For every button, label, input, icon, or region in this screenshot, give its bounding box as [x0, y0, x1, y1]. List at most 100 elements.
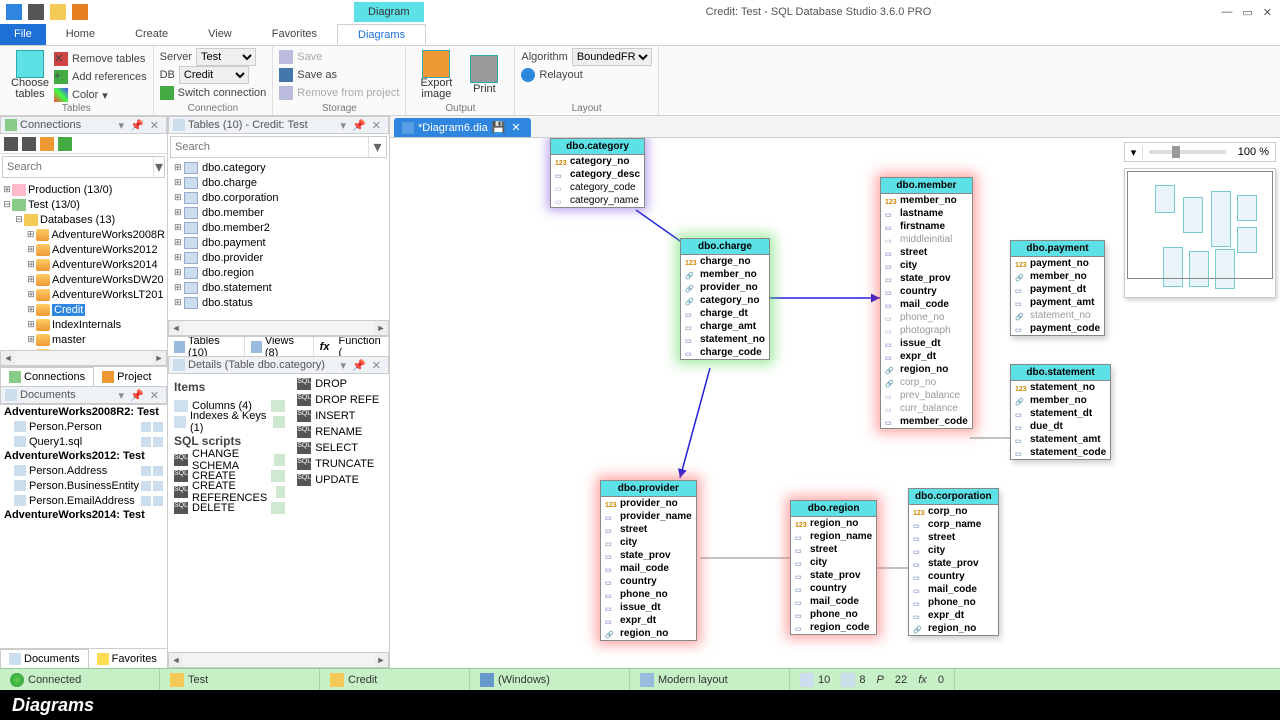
table-item[interactable]: ⊞dbo.statement: [168, 280, 389, 295]
db-icon[interactable]: [50, 4, 66, 20]
db-select[interactable]: Credit: [179, 66, 249, 84]
er-column[interactable]: photograph: [881, 324, 972, 337]
tab-close-icon[interactable]: ✕: [509, 121, 522, 134]
er-column[interactable]: category_no: [551, 155, 644, 168]
menu-tab-home[interactable]: Home: [46, 24, 115, 45]
er-column[interactable]: street: [881, 246, 972, 259]
er-column[interactable]: region_no: [791, 517, 876, 530]
er-column[interactable]: city: [791, 556, 876, 569]
er-column[interactable]: expr_dt: [601, 614, 696, 627]
er-column[interactable]: firstname: [881, 220, 972, 233]
documents-tree[interactable]: AdventureWorks2008R2: TestPerson.PersonQ…: [0, 404, 167, 648]
sql-script-item[interactable]: SQLCREATE REFERENCES: [174, 484, 285, 500]
minimap[interactable]: [1124, 168, 1276, 298]
search-dropdown-icon[interactable]: ▾: [153, 157, 164, 177]
er-table-member[interactable]: dbo.membermember_nolastnamefirstnamemidd…: [880, 177, 973, 429]
er-table-header[interactable]: dbo.provider: [601, 481, 696, 497]
tree-node[interactable]: ⊞AdventureWorks2014: [2, 257, 165, 272]
sql-script-item[interactable]: SQLSELECT: [297, 440, 383, 456]
er-table-header[interactable]: dbo.charge: [681, 239, 769, 255]
er-column[interactable]: state_prov: [909, 557, 998, 570]
er-column[interactable]: statement_no: [1011, 309, 1104, 322]
tree-node[interactable]: ⊞AdventureWorksDW20: [2, 272, 165, 287]
pane-close-icon[interactable]: ✕: [147, 119, 162, 132]
tree-node[interactable]: ⊞AdventureWorks2008R: [2, 227, 165, 242]
tree-node[interactable]: ⊞AdventureWorks2012: [2, 242, 165, 257]
table-item[interactable]: ⊞dbo.category: [168, 160, 389, 175]
collapse-icon[interactable]: [22, 137, 36, 151]
tree-node[interactable]: ⊞AdventureWorksLT201: [2, 287, 165, 302]
tables-search-input[interactable]: [171, 137, 368, 157]
add-references-button[interactable]: +Add references: [54, 68, 147, 86]
tab-project[interactable]: Project: [94, 367, 159, 386]
er-column[interactable]: statement_code: [1011, 446, 1110, 459]
details-pin-icon[interactable]: 📌: [349, 359, 369, 372]
table-item[interactable]: ⊞dbo.member2: [168, 220, 389, 235]
tables-pin-icon[interactable]: 📌: [349, 119, 369, 132]
sql-script-item[interactable]: SQLUPDATE: [297, 472, 383, 488]
er-table-corporation[interactable]: dbo.corporationcorp_nocorp_namestreetcit…: [908, 488, 999, 636]
details-menu-icon[interactable]: ▾: [338, 359, 350, 372]
er-column[interactable]: middleinitial: [881, 233, 972, 246]
er-column[interactable]: issue_dt: [881, 337, 972, 350]
er-column[interactable]: lastname: [881, 207, 972, 220]
tables-search-dropdown-icon[interactable]: ▾: [368, 137, 386, 157]
er-column[interactable]: provider_name: [601, 510, 696, 523]
sql-script-item[interactable]: SQLRENAME: [297, 424, 383, 440]
er-column[interactable]: state_prov: [601, 549, 696, 562]
er-column[interactable]: expr_dt: [909, 609, 998, 622]
er-column[interactable]: member_no: [881, 194, 972, 207]
doc-item[interactable]: Person.BusinessEntity: [0, 478, 167, 493]
table-item[interactable]: ⊞dbo.payment: [168, 235, 389, 250]
tab-functions[interactable]: fx Function (: [314, 337, 389, 356]
docs-menu-icon[interactable]: ▾: [116, 389, 128, 402]
minimize-button[interactable]: —: [1221, 6, 1232, 19]
zoom-slider-thumb[interactable]: [1172, 146, 1180, 158]
connections-search-input[interactable]: [3, 157, 153, 177]
er-column[interactable]: mail_code: [601, 562, 696, 575]
pane-pin-icon[interactable]: 📌: [127, 119, 147, 132]
detail-item[interactable]: Indexes & Keys (1): [174, 414, 285, 430]
doc-item[interactable]: Person.Person: [0, 419, 167, 434]
menu-tab-view[interactable]: View: [188, 24, 252, 45]
er-column[interactable]: statement_no: [681, 333, 769, 346]
er-column[interactable]: region_no: [909, 622, 998, 635]
diagram-tab[interactable]: *Diagram6.dia 💾 ✕: [394, 118, 531, 137]
er-column[interactable]: statement_no: [1011, 381, 1110, 394]
menu-tab-create[interactable]: Create: [115, 24, 188, 45]
sql-script-item[interactable]: SQLDROP: [297, 376, 383, 392]
er-column[interactable]: phone_no: [909, 596, 998, 609]
print-button[interactable]: Print: [460, 48, 508, 102]
table-item[interactable]: ⊞dbo.charge: [168, 175, 389, 190]
er-column[interactable]: street: [909, 531, 998, 544]
table-item[interactable]: ⊞dbo.corporation: [168, 190, 389, 205]
file-menu[interactable]: File: [0, 24, 46, 45]
algorithm-select[interactable]: BoundedFR: [572, 48, 652, 66]
er-column[interactable]: member_code: [881, 415, 972, 428]
er-column[interactable]: city: [881, 259, 972, 272]
er-column[interactable]: country: [791, 582, 876, 595]
server-select[interactable]: Test: [196, 48, 256, 66]
refresh-icon[interactable]: [58, 137, 72, 151]
tree-node[interactable]: ⊞IndexInternals: [2, 317, 165, 332]
er-column[interactable]: phone_no: [881, 311, 972, 324]
export-image-button[interactable]: Export image: [412, 48, 460, 102]
tree-node[interactable]: ⊟Test (13/0): [2, 197, 165, 212]
table-item[interactable]: ⊞dbo.member: [168, 205, 389, 220]
er-column[interactable]: charge_code: [681, 346, 769, 359]
er-column[interactable]: statement_amt: [1011, 433, 1110, 446]
er-column[interactable]: category_no: [681, 294, 769, 307]
connections-tree[interactable]: ⊞Production (13/0)⊟Test (13/0)⊟Databases…: [0, 180, 167, 350]
tables-menu-icon[interactable]: ▾: [338, 119, 350, 132]
er-column[interactable]: provider_no: [681, 281, 769, 294]
remove-tables-button[interactable]: ✕Remove tables: [54, 50, 147, 68]
er-column[interactable]: city: [601, 536, 696, 549]
menu-tab-diagrams[interactable]: Diagrams: [337, 24, 426, 45]
er-table-region[interactable]: dbo.regionregion_noregion_namestreetcity…: [790, 500, 877, 635]
er-column[interactable]: expr_dt: [881, 350, 972, 363]
switch-connection-button[interactable]: Switch connection: [160, 84, 267, 102]
close-button[interactable]: ✕: [1263, 6, 1272, 19]
maximize-button[interactable]: ▭: [1242, 6, 1252, 19]
table-item[interactable]: ⊞dbo.region: [168, 265, 389, 280]
er-table-header[interactable]: dbo.region: [791, 501, 876, 517]
